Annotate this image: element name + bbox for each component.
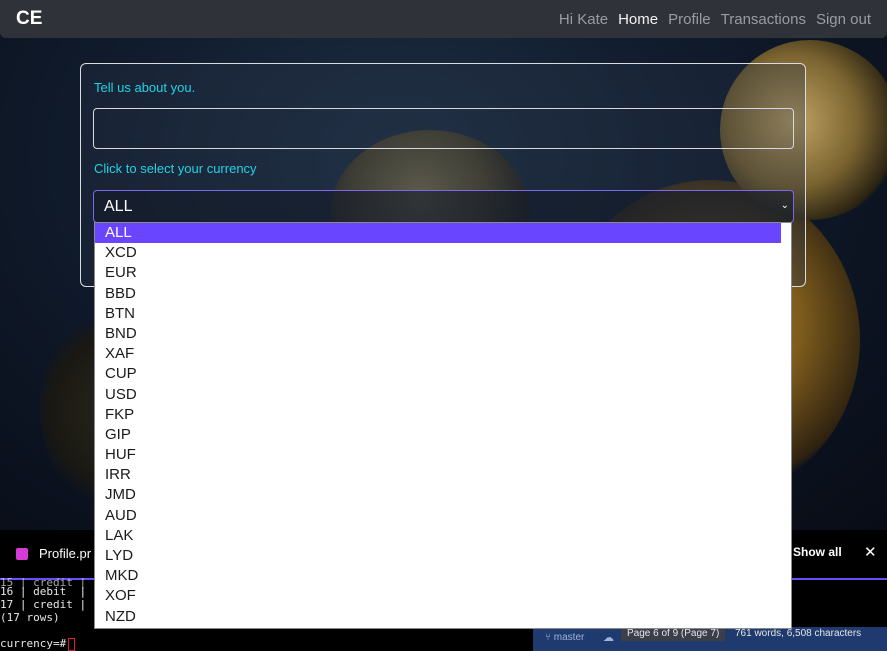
currency-selected-value: ALL <box>104 198 133 215</box>
currency-option[interactable]: BTN <box>95 304 791 324</box>
download-filename[interactable]: Profile.pr <box>39 546 91 561</box>
brand-logo[interactable]: CE <box>16 8 42 30</box>
currency-option[interactable]: AUD <box>95 506 791 526</box>
about-textarea[interactable] <box>93 108 794 149</box>
branch-name: master <box>553 632 585 643</box>
terminal-line: (17 rows) <box>0 611 60 624</box>
terminal-cursor <box>68 637 76 651</box>
currency-option[interactable]: FKP <box>95 405 791 425</box>
about-label: Tell us about you. <box>94 80 196 95</box>
branch-icon: ⑂ <box>545 632 554 643</box>
nav-links: Hi Kate Home Profile Transactions Sign o… <box>549 11 871 28</box>
page-indicator: Page 6 of 9 (Page 7) <box>621 627 726 641</box>
currency-option[interactable]: JMD <box>95 485 791 505</box>
close-icon[interactable]: ✕ <box>864 543 877 561</box>
navbar: CE Hi Kate Home Profile Transactions Sig… <box>0 0 887 38</box>
editor-status-bar: ⑂ master ☁ Page 6 of 9 (Page 7) 761 word… <box>533 627 887 651</box>
currency-option[interactable]: BBD <box>95 284 791 304</box>
currency-dropdown-list[interactable]: ALL XCD EUR BBD BTN BND XAF CUP USD FKP … <box>94 222 792 629</box>
currency-option[interactable]: HUF <box>95 445 791 465</box>
currency-option[interactable]: EUR <box>95 263 791 283</box>
currency-option[interactable]: BND <box>95 324 791 344</box>
nav-transactions[interactable]: Transactions <box>721 11 806 28</box>
git-branch[interactable]: ⑂ master <box>545 632 584 643</box>
nav-home[interactable]: Home <box>618 11 658 28</box>
prompt-text: currency=# <box>0 637 67 650</box>
nav-sign-out[interactable]: Sign out <box>816 11 871 28</box>
sync-icon[interactable]: ☁ <box>603 631 614 644</box>
currency-option[interactable]: LYD <box>95 546 791 566</box>
nav-profile[interactable]: Profile <box>668 11 711 28</box>
terminal-line: 17 | credit | <box>0 598 87 611</box>
currency-option[interactable]: CUP <box>95 364 791 384</box>
currency-option[interactable]: IRR <box>95 465 791 485</box>
chevron-down-icon: ⌄ <box>780 200 789 211</box>
currency-option[interactable]: USD <box>95 385 791 405</box>
currency-select[interactable]: ALL ⌄ <box>93 190 794 223</box>
word-count: 761 words, 6,508 characters <box>735 628 862 639</box>
currency-label: Click to select your currency <box>94 161 257 176</box>
currency-option[interactable]: LAK <box>95 526 791 546</box>
currency-option[interactable]: XCD <box>95 243 791 263</box>
greeting-text: Hi Kate <box>558 10 609 28</box>
currency-option[interactable]: XAF <box>95 344 791 364</box>
terminal-prompt: currency=# <box>0 637 76 651</box>
currency-option[interactable]: ALL <box>95 223 781 244</box>
currency-option[interactable]: MKD <box>95 566 791 586</box>
currency-option[interactable]: XOF <box>95 586 791 606</box>
image-file-icon <box>16 548 28 560</box>
currency-option[interactable]: GIP <box>95 425 791 445</box>
currency-option[interactable]: NZD <box>95 607 791 627</box>
terminal-line: 16 | debit | <box>0 585 87 598</box>
show-all-button[interactable]: Show all <box>793 545 842 559</box>
